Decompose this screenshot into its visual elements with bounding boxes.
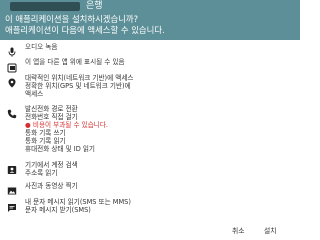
permission-line: 내 문자 메시지 읽기(SMS 또는 MMS) <box>25 198 131 206</box>
permission-line: 오디오 녹음 <box>25 43 58 51</box>
app-name-redacted <box>10 2 80 11</box>
install-button[interactable]: 설치 <box>260 226 281 236</box>
header: 은행 이 애플리케이션을 설치하시겠습니까? 애플리케이션이 다음에 액세스할 … <box>0 0 300 40</box>
permission-line: 액세스 <box>25 90 44 98</box>
permission-line: 기기에서 계정 검색 <box>25 161 78 169</box>
install-permission-dialog: 은행 이 애플리케이션을 설치하시겠습니까? 애플리케이션이 다음에 액세스할 … <box>0 0 300 240</box>
permission-line: 통화 기록 쓰기 <box>25 129 66 137</box>
permission-line: 전화번호 직접 걸기 <box>25 113 78 121</box>
image-icon <box>7 181 17 195</box>
app-name: 은행 <box>86 1 103 11</box>
cancel-button[interactable]: 취소 <box>228 226 249 236</box>
microphone-icon <box>7 42 17 57</box>
permission-line: 사진과 동영상 찍기 <box>25 182 78 190</box>
message-icon <box>7 198 17 212</box>
permission-list[interactable]: 오디오 녹음 이 앱을 다른 앱 위에 표시될 수 있음 대략적인 위치(네트워… <box>0 40 300 222</box>
dialog-footer: 취소 설치 <box>0 222 300 240</box>
permission-line: 주소록 읽기 <box>25 169 58 177</box>
question-line-1: 이 애플리케이션을 설치하시겠습니까? <box>5 14 139 24</box>
overlay-icon <box>7 58 17 73</box>
question-line-2: 애플리케이션이 다음에 액세스할 수 있습니다. <box>5 25 165 35</box>
charge-warning-text: 비용이 부과될 수 있습니다. <box>32 121 108 129</box>
permission-line: 정확한 위치(GPS 및 네트워크 기반)에 <box>25 82 131 90</box>
contacts-icon <box>7 160 17 174</box>
warning-bullet-icon: ● <box>25 121 31 129</box>
location-pin-icon <box>7 73 17 88</box>
charge-warning: ● 비용이 부과될 수 있습니다. <box>25 121 108 129</box>
phone-icon <box>7 104 17 119</box>
permission-line: 발신전화 경로 전환 <box>25 105 78 113</box>
install-question: 이 애플리케이션을 설치하시겠습니까? 애플리케이션이 다음에 액세스할 수 있… <box>5 14 297 36</box>
permission-line: 통화 기록 읽기 <box>25 137 66 145</box>
app-title-row: 은행 <box>0 0 300 13</box>
permission-line: 이 앱을 다른 앱 위에 표시될 수 있음 <box>25 58 125 66</box>
permission-line: 대략적인 위치(네트워크 기반)에 액세스 <box>25 74 134 82</box>
permission-line: 문자 메시지 받기(SMS) <box>25 206 91 214</box>
permission-line: 휴대전화 상태 및 ID 읽기 <box>25 145 96 153</box>
